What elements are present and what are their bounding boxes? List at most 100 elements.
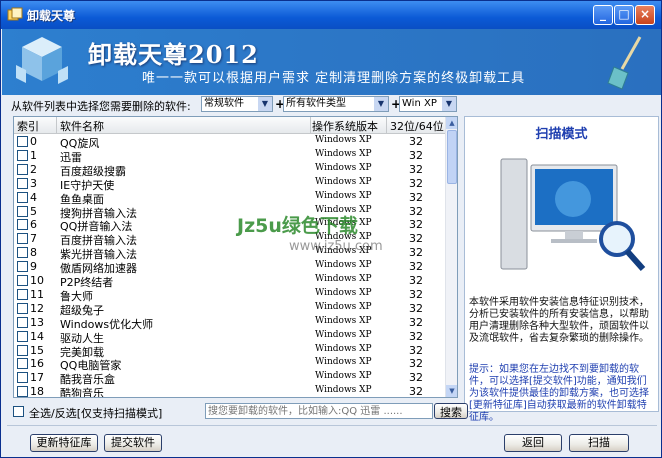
category-select[interactable]: 常规软件 ▼ [201, 96, 273, 112]
row-checkbox[interactable] [17, 288, 28, 300]
header-name[interactable]: 软件名称 [60, 118, 104, 134]
select-all-checkbox[interactable] [13, 406, 24, 417]
table-row[interactable]: 18 酷狗音乐 Windows XP 32 [14, 384, 445, 398]
row-os: Windows XP [315, 218, 372, 229]
row-checkbox[interactable] [17, 316, 28, 328]
software-list[interactable]: 索引 软件名称 操作系统版本 32位/64位 0 QQ旋风 Windows XP 32… [13, 116, 458, 398]
table-row[interactable]: 8 紫光拼音输入法 Windows XP 32 [14, 245, 445, 261]
table-row[interactable]: 7 百度拼音输入法 Windows XP 32 [14, 231, 445, 247]
scroll-up-icon[interactable]: ▲ [446, 117, 457, 129]
filter-row: 从软件列表中选择您需要删除的软件: 常规软件 ▼ + 所有软件类型 ▼ + Wi… [7, 96, 657, 114]
row-checkbox[interactable] [17, 149, 28, 161]
row-os: Windows XP [315, 301, 372, 312]
row-checkbox[interactable] [17, 372, 28, 384]
table-row[interactable]: 3 IE守护天使 Windows XP 32 [14, 176, 445, 192]
row-bit: 32 [409, 218, 423, 232]
row-bit: 32 [409, 357, 423, 371]
row-checkbox[interactable] [17, 219, 28, 231]
header-os[interactable]: 操作系统版本 [312, 118, 378, 134]
table-row[interactable]: 17 酷我音乐盒 Windows XP 32 [14, 370, 445, 386]
row-bit: 32 [409, 371, 423, 385]
list-scrollbar[interactable]: ▲ ▼ [445, 117, 457, 397]
select-search-row: 全选/反选[仅支持扫描模式] 搜索 [13, 403, 468, 421]
submit-software-button[interactable]: 提交软件 [104, 434, 162, 452]
update-library-button[interactable]: 更新特征库 [30, 434, 98, 452]
row-checkbox[interactable] [17, 177, 28, 189]
row-index: 14 [30, 329, 44, 343]
table-row[interactable]: 12 超级兔子 Windows XP 32 [14, 301, 445, 317]
row-os: Windows XP [315, 329, 372, 340]
header-divider [310, 117, 311, 133]
title-bar[interactable]: 卸载天尊 _ □ × [1, 1, 661, 29]
table-row[interactable]: 6 QQ拼音输入法 Windows XP 32 [14, 217, 445, 233]
tip-text: 提示：如果您在左边找不到要卸载的软件，可以选择[提交软件]功能，通知我们为该软件… [469, 364, 649, 423]
table-row[interactable]: 14 驱动人生 Windows XP 32 [14, 329, 445, 345]
type-select[interactable]: 所有软件类型 ▼ [283, 96, 389, 112]
list-header: 索引 软件名称 操作系统版本 32位/64位 [14, 117, 445, 134]
row-checkbox[interactable] [17, 302, 28, 314]
row-bit: 32 [409, 246, 423, 260]
table-row[interactable]: 15 完美卸载 Windows XP 32 [14, 343, 445, 359]
row-checkbox[interactable] [17, 344, 28, 356]
row-os: Windows XP [315, 385, 372, 396]
row-checkbox[interactable] [17, 386, 28, 397]
table-row[interactable]: 0 QQ旋风 Windows XP 32 [14, 134, 445, 150]
minimize-button[interactable]: _ [593, 5, 613, 25]
select-all-label[interactable]: 全选/反选[仅支持扫描模式] [29, 405, 162, 421]
table-row[interactable]: 16 QQ电脑管家 Windows XP 32 [14, 356, 445, 372]
mode-title: 扫描模式 [535, 127, 588, 142]
row-checkbox[interactable] [17, 275, 28, 286]
row-bit: 32 [409, 148, 423, 162]
computer-magnifier-icon [500, 158, 646, 271]
row-name: 酷狗音乐 [60, 387, 104, 398]
info-panel: 扫描模式 本软件采用软件安装信息特征识别技术，分析已安装软件的所有安装信息，以帮… [464, 116, 659, 423]
cube-logo-icon [16, 37, 68, 84]
chevron-down-icon[interactable]: ▼ [374, 97, 388, 111]
table-row[interactable]: 9 傲盾网络加速器 Windows XP 32 [14, 259, 445, 275]
table-row[interactable]: 11 鲁大师 Windows XP 32 [14, 287, 445, 303]
row-checkbox[interactable] [17, 136, 28, 147]
scan-button[interactable]: 扫描 [569, 434, 629, 452]
row-os: Windows XP [315, 287, 372, 298]
row-index: 9 [30, 260, 37, 274]
table-row[interactable]: 13 Windows优化大师 Windows XP 32 [14, 315, 445, 331]
row-bit: 32 [409, 176, 423, 190]
back-button[interactable]: 返回 [504, 434, 562, 452]
row-checkbox[interactable] [17, 358, 28, 370]
header-divider [56, 117, 57, 133]
chevron-down-icon[interactable]: ▼ [258, 97, 272, 111]
header-bit[interactable]: 32位/64位 [390, 118, 444, 134]
chevron-down-icon[interactable]: ▼ [442, 97, 456, 111]
row-checkbox[interactable] [17, 330, 28, 342]
scroll-down-icon[interactable]: ▼ [446, 385, 457, 397]
row-bit: 32 [409, 329, 423, 343]
search-input[interactable] [205, 403, 433, 419]
broom-icon [607, 36, 642, 90]
row-os: Windows XP [315, 162, 372, 173]
type-value: 所有软件类型 [286, 98, 346, 109]
header-index[interactable]: 索引 [17, 118, 39, 134]
row-index: 18 [30, 385, 44, 398]
table-row[interactable]: 4 鱼鱼桌面 Windows XP 32 [14, 190, 445, 206]
row-index: 2 [30, 162, 37, 176]
row-checkbox[interactable] [17, 191, 28, 203]
scroll-thumb[interactable] [447, 130, 457, 184]
table-row[interactable]: 1 迅雷 Windows XP 32 [14, 148, 445, 164]
table-row[interactable]: 10 P2P终结者 Windows XP 32 [14, 273, 445, 289]
os-select[interactable]: Win XP ▼ [399, 96, 457, 112]
row-bit: 32 [409, 287, 423, 301]
row-checkbox[interactable] [17, 163, 28, 175]
row-os: Windows XP [315, 135, 372, 145]
close-button[interactable]: × [635, 5, 655, 25]
table-row[interactable]: 2 百度超级搜霸 Windows XP 32 [14, 162, 445, 178]
row-index: 5 [30, 204, 37, 218]
row-checkbox[interactable] [17, 233, 28, 245]
maximize-button[interactable]: □ [614, 5, 634, 25]
table-row[interactable]: 5 搜狗拼音输入法 Windows XP 32 [14, 204, 445, 220]
search-button[interactable]: 搜索 [434, 403, 468, 419]
main-window: 卸载天尊 _ □ × 卸载天尊2012 唯一一款可以根据用户需求 定制清理删除方… [0, 0, 662, 458]
row-checkbox[interactable] [17, 261, 28, 273]
row-checkbox[interactable] [17, 205, 28, 217]
row-checkbox[interactable] [17, 247, 28, 259]
row-index: 4 [30, 190, 37, 204]
